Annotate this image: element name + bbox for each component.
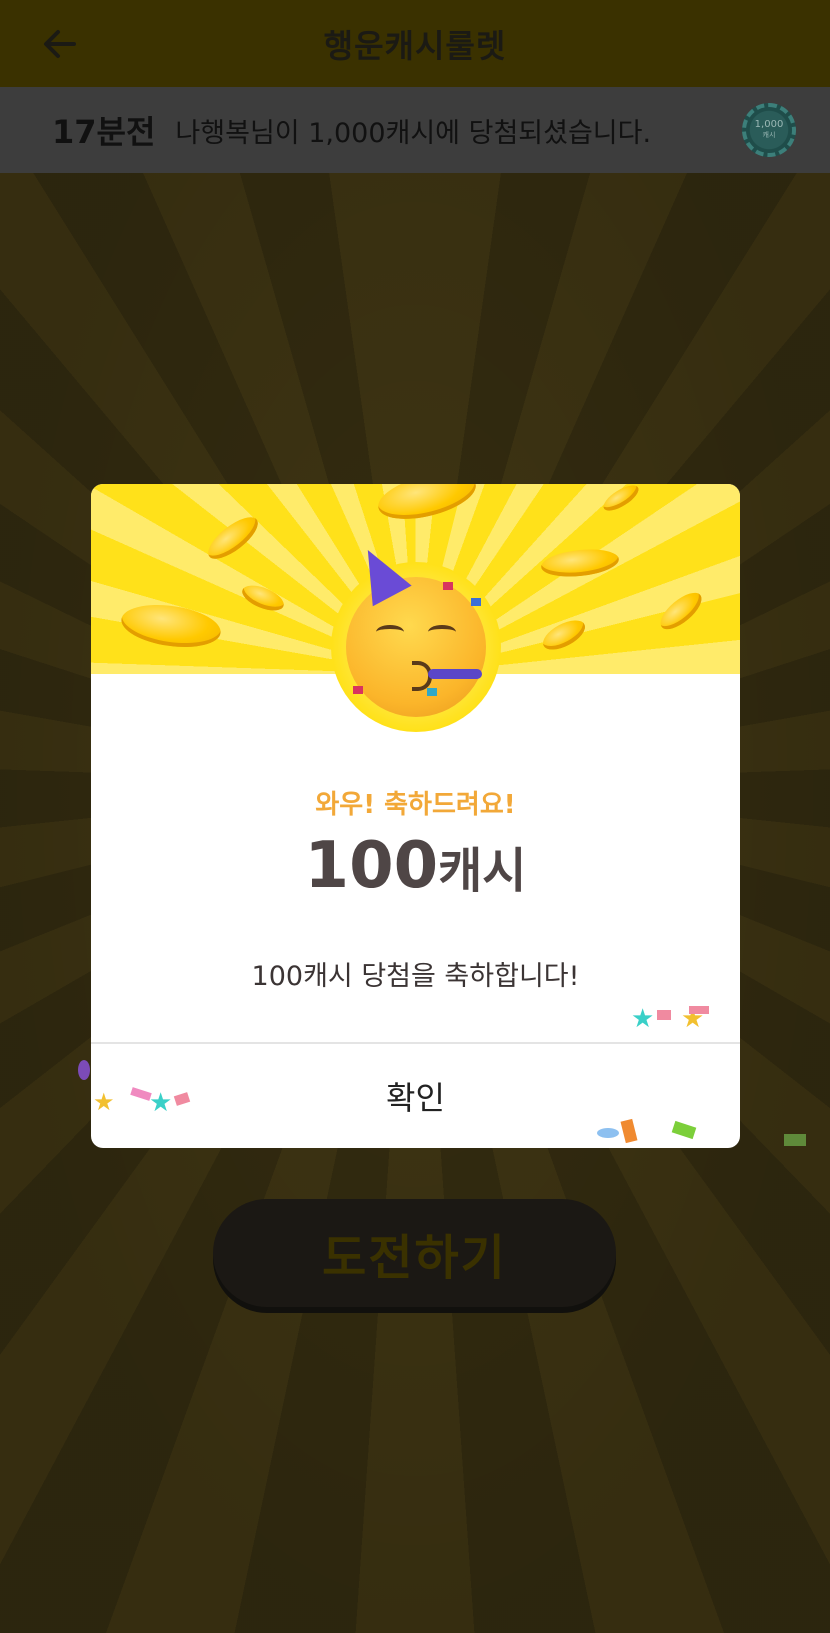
confetti-decoration — [78, 1060, 90, 1080]
confetti-decoration — [597, 1128, 619, 1138]
ticker-text: 나행복님이 1,000캐시에 당첨되셨습니다. — [175, 117, 652, 149]
congrats-subtitle: 와우! 축하드려요! — [315, 790, 516, 820]
confetti-decoration — [443, 582, 453, 590]
prize-amount: 100캐시 — [91, 829, 740, 903]
party-face-body — [346, 539, 486, 717]
congrats-dialog: 와우! 축하드려요! 100캐시 100캐시 당첨을 축하합니다! ★ ★ 확인… — [91, 484, 740, 1148]
winner-ticker: 17분전 나행복님이 1,000캐시에 당첨되셨습니다. 1,000 캐시 — [0, 87, 830, 173]
prize-amount-unit: 캐시 — [438, 843, 527, 899]
confetti-decoration — [657, 1010, 671, 1020]
star-icon: ★ — [631, 1004, 655, 1034]
challenge-label: 도전하기 — [322, 1230, 507, 1286]
page-title: 행운캐시룰렛 — [323, 26, 507, 65]
app-header: 행운캐시룰렛 — [0, 0, 830, 87]
confetti-decoration — [689, 1006, 709, 1014]
ticker-time: 17분전 — [52, 113, 156, 151]
confetti-decoration — [353, 686, 363, 694]
coin-badge-value: 1,000 — [754, 119, 784, 130]
star-icon: ★ — [93, 1088, 115, 1116]
eye-right — [428, 625, 456, 639]
arrow-left-icon[interactable] — [38, 22, 82, 66]
coin-badge-icon: 1,000 캐시 — [742, 103, 796, 157]
confetti-decoration — [471, 598, 481, 606]
star-icon: ★ — [149, 1088, 173, 1118]
eye-left — [376, 625, 404, 639]
congrats-message: 100캐시 당첨을 축하합니다! — [251, 961, 580, 992]
party-blower-icon — [428, 669, 482, 679]
coin-badge-unit: 캐시 — [762, 131, 776, 139]
prize-amount-number: 100 — [304, 829, 439, 903]
party-face-icon — [331, 539, 501, 732]
confetti-decoration — [427, 688, 437, 696]
confetti-decoration — [784, 1134, 806, 1146]
challenge-button[interactable]: 도전하기 — [213, 1199, 616, 1307]
